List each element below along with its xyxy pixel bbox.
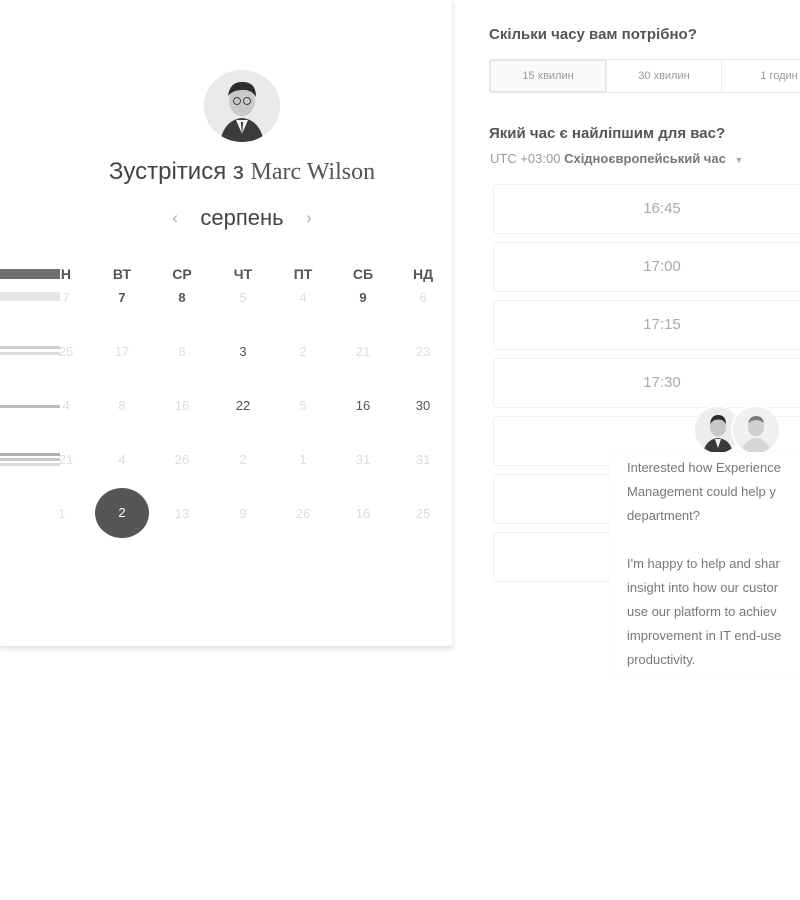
time-slot-button[interactable]: 17:00 [493,242,800,292]
timezone-offset: UTC +03:00 [490,151,561,166]
calendar-day[interactable]: 31 [406,452,440,467]
timezone-name: Східноєвропейський час [564,151,726,166]
calendar-day[interactable]: 6 [406,290,440,305]
agent-avatar [731,405,781,455]
weekday-tue: ВТ [112,266,132,282]
calendar-day[interactable]: 1 [286,452,320,467]
time-slot-label: 17:15 [643,316,681,333]
calendar-day[interactable]: 4 [286,290,320,305]
time-slot-label: 17:00 [643,258,681,275]
chat-message-1: Interested how Experience Management cou… [627,460,781,523]
chat-message-2: I'm happy to help and shar insight into … [627,556,782,667]
calendar-day[interactable]: 8 [165,290,199,305]
calendar-day[interactable]: 9 [226,506,260,521]
calendar-day[interactable]: 7 [49,290,83,305]
weekday-mon-partial: Н [60,266,71,282]
calendar-day[interactable]: 13 [165,506,199,521]
time-slot-button[interactable]: 17:30 [493,358,800,408]
time-slot-label: 17:30 [643,374,681,391]
booking-panel: Зустрітися з Marc Wilson ‹ серпень › Н В… [0,0,453,646]
timezone-selector[interactable]: UTC +03:00 Східноєвропейський час ▼ [490,151,743,166]
host-name: Marc Wilson [250,159,376,185]
calendar-day[interactable]: 26 [165,452,199,467]
duration-15-button[interactable]: 15 хвилин [490,60,606,92]
calendar-day[interactable]: 25 [406,506,440,521]
weekday-sun: НД [412,266,434,282]
weekday-fri: ПТ [293,266,313,282]
calendar-day[interactable]: 3 [226,344,260,359]
calendar-day[interactable]: 4 [49,398,83,413]
calendar-day[interactable]: 5 [286,398,320,413]
calendar-day[interactable]: 23 [406,344,440,359]
calendar-day[interactable]: 5 [226,290,260,305]
calendar-day[interactable]: 25 [49,344,83,359]
month-label: серпень [200,205,284,230]
calendar-day[interactable]: 16 [346,398,380,413]
prev-month-icon[interactable]: ‹ [166,208,184,228]
host-avatar [204,70,280,142]
calendar-day[interactable]: 26 [286,506,320,521]
calendar-day[interactable]: 7 [105,290,139,305]
calendar-day[interactable]: 2 [286,344,320,359]
caret-down-icon: ▼ [734,155,744,165]
title-prefix: Зустрітися з [108,158,251,185]
weekday-sat: СБ [352,266,374,282]
calendar-day[interactable]: 22 [226,398,260,413]
weekday-wed: СР [172,266,192,282]
calendar-day[interactable]: 21 [49,452,83,467]
calendar-day[interactable]: 16 [165,398,199,413]
calendar-day[interactable]: 30 [406,398,440,413]
chat-message-bubble[interactable]: Interested how Experience Management cou… [609,452,800,672]
calendar-day[interactable]: 17 [105,344,139,359]
calendar-day[interactable]: 4 [105,452,139,467]
duration-heading: Скільки часу вам потрібно? [489,26,697,43]
next-month-icon[interactable]: › [300,208,318,228]
time-heading: Який час є найліпшим для вас? [489,125,726,142]
month-navigation: ‹ серпень › [0,205,484,231]
chat-agent-avatars[interactable] [693,405,783,455]
calendar-day[interactable]: 1 [45,506,79,521]
duration-30-button[interactable]: 30 хвилин [607,60,721,92]
duration-selector: 15 хвилин 30 хвилин 1 годин [489,59,800,93]
duration-60-button[interactable]: 1 годин [722,60,800,92]
calendar-day[interactable]: 16 [346,506,380,521]
selected-calendar-day[interactable]: 2 [95,488,149,538]
time-slot-button[interactable]: 17:15 [493,300,800,350]
calendar-day[interactable]: 21 [346,344,380,359]
meeting-title: Зустрітися з Marc Wilson [0,158,484,186]
calendar-day[interactable]: 8 [105,398,139,413]
calendar-day[interactable]: 2 [226,452,260,467]
time-slot-button[interactable]: 16:45 [493,184,800,234]
calendar-day[interactable]: 8 [165,344,199,359]
calendar-day[interactable]: 9 [346,290,380,305]
weekday-thu: ЧТ [233,266,253,282]
time-slot-label: 16:45 [643,200,681,217]
calendar-day[interactable]: 31 [346,452,380,467]
